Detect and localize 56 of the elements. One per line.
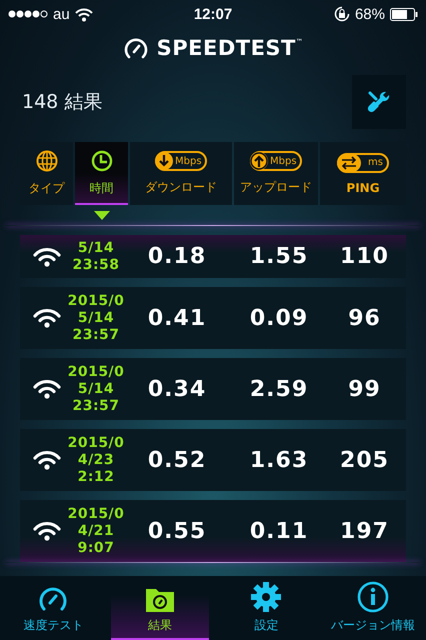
upload-speed: 1.55 bbox=[250, 244, 308, 269]
result-row[interactable]: 5/14 23:58 0.18 1.55 110 bbox=[20, 235, 406, 278]
tab-bar-item[interactable]: 設定 bbox=[213, 576, 320, 640]
ping-value: 99 bbox=[348, 376, 381, 402]
download-speed: 0.55 bbox=[148, 518, 206, 544]
download-speed: 0.18 bbox=[148, 244, 206, 269]
column-sort-tab[interactable]: 時間 bbox=[75, 142, 128, 205]
tools-icon bbox=[366, 89, 392, 115]
test-time: 2015/0 5/14 23:57 bbox=[68, 292, 124, 344]
column-sort-tab[interactable]: Mbps ダウンロード bbox=[130, 142, 232, 205]
battery-icon bbox=[390, 8, 418, 20]
battery-percent: 68% bbox=[354, 6, 385, 22]
wifi-icon bbox=[32, 308, 60, 328]
signal-icon bbox=[8, 9, 48, 19]
wifi-icon bbox=[32, 521, 60, 541]
ping-unit-badge: ms bbox=[337, 152, 389, 172]
download-speed: 0.41 bbox=[148, 306, 206, 330]
result-row[interactable]: 2015/0 5/14 23:57 0.34 2.59 99 bbox=[20, 358, 406, 420]
download-unit-badge: Mbps bbox=[155, 151, 207, 171]
ping-value: 205 bbox=[340, 448, 389, 472]
globe-icon bbox=[36, 150, 58, 172]
result-row[interactable]: 2015/0 4/21 9:07 0.55 0.11 197 bbox=[20, 500, 406, 562]
sort-indicator-icon bbox=[94, 211, 110, 220]
wifi-icon bbox=[32, 246, 60, 266]
test-time: 2015/0 4/23 2:12 bbox=[68, 434, 124, 486]
upload-unit-badge: Mbps bbox=[250, 151, 302, 171]
settings-icon bbox=[250, 581, 282, 613]
wifi-icon bbox=[32, 450, 60, 470]
result-row[interactable]: 2015/0 5/14 23:57 0.41 0.09 96 bbox=[20, 287, 406, 349]
tools-button[interactable] bbox=[352, 75, 406, 129]
rotation-lock-icon bbox=[334, 6, 350, 22]
ping-value: 197 bbox=[340, 518, 389, 544]
result-row[interactable]: 2015/0 4/23 2:12 0.52 1.63 205 bbox=[20, 429, 406, 491]
tab-bar-item[interactable]: バージョン情報 bbox=[320, 576, 426, 640]
clock-time: 12:07 bbox=[194, 6, 232, 22]
gauge-icon bbox=[122, 36, 149, 60]
carrier-name: au bbox=[53, 6, 70, 22]
upload-speed: 1.63 bbox=[250, 448, 308, 472]
upload-speed: 0.09 bbox=[250, 306, 308, 330]
upload-speed: 0.11 bbox=[250, 518, 308, 544]
ping-value: 96 bbox=[348, 306, 381, 330]
wifi-icon bbox=[32, 379, 60, 399]
test-time: 5/14 23:58 bbox=[72, 240, 120, 274]
column-sort-tab[interactable]: Mbps アップロード bbox=[234, 142, 318, 205]
download-speed: 0.52 bbox=[148, 448, 206, 472]
wifi-icon bbox=[74, 6, 93, 22]
info-icon bbox=[356, 581, 389, 613]
test-time: 2015/0 5/14 23:57 bbox=[68, 364, 124, 414]
ping-value: 110 bbox=[340, 244, 389, 269]
tab-bar-item[interactable]: 速度テスト bbox=[0, 576, 106, 640]
results-count: 148 結果 bbox=[22, 90, 102, 115]
upload-speed: 2.59 bbox=[250, 376, 308, 402]
clock-icon bbox=[90, 150, 112, 172]
test-time: 2015/0 4/21 9:07 bbox=[68, 506, 124, 556]
download-speed: 0.34 bbox=[148, 376, 206, 402]
swap-arrows-icon bbox=[337, 154, 361, 172]
